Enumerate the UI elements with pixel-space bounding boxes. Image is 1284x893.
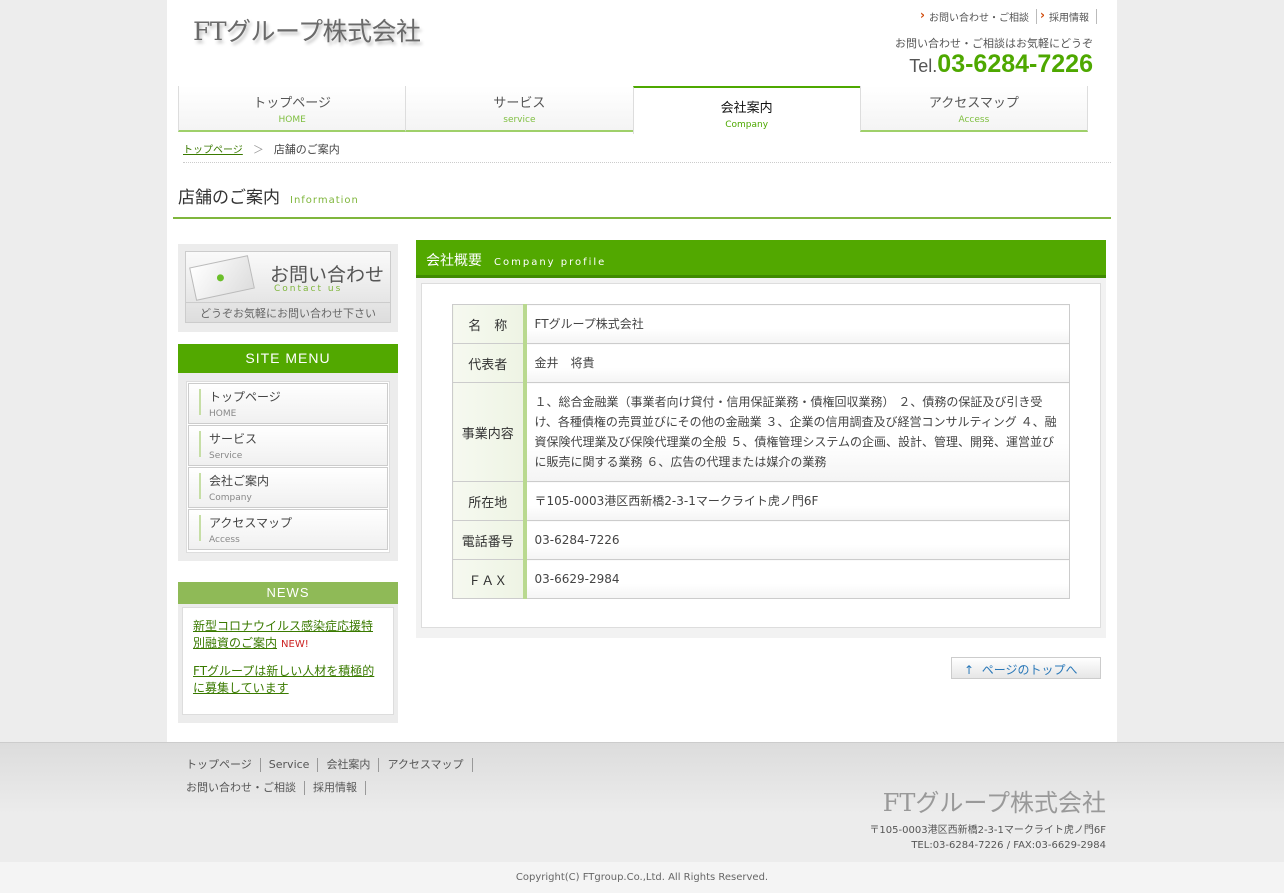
- header-tel: Tel.03-6284-7226: [909, 50, 1093, 78]
- new-badge: NEW!: [281, 639, 309, 650]
- tel-number[interactable]: 03-6284-7226: [937, 50, 1093, 78]
- footer-link[interactable]: 会社案内: [318, 758, 380, 772]
- breadcrumb: トップページ ＞ 店舗のご案内: [183, 141, 1111, 163]
- breadcrumb-current: 店舗のご案内: [273, 143, 340, 156]
- footer-link[interactable]: アクセスマップ: [379, 758, 473, 772]
- sidebar-item-home[interactable]: トップページ HOME: [188, 383, 388, 424]
- page-top-button[interactable]: ↑ ページのトップへ: [951, 657, 1101, 679]
- nav-item-access[interactable]: アクセスマップ Access: [859, 86, 1088, 132]
- profile-heading: 会社概要 Company profile: [416, 240, 1106, 278]
- footer-link[interactable]: トップページ: [178, 758, 261, 772]
- sidebar-item-company[interactable]: 会社ご案内 Company: [188, 467, 388, 508]
- table-row: 所在地 〒105-0003港区西新橋2-3-1マークライト虎ノ門6F: [452, 481, 1070, 521]
- breadcrumb-home-link[interactable]: トップページ: [183, 145, 243, 156]
- news-item: FTグループは新しい人材を積極的に募集しています: [193, 663, 383, 697]
- footer-address: 〒105-0003港区西新橋2-3-1マークライト虎ノ門6F TEL:03-62…: [869, 825, 1106, 851]
- sidebar-item-service[interactable]: サービス Service: [188, 425, 388, 466]
- global-nav: トップページ HOME サービス service 会社案内 Company アクセスマ…: [178, 86, 1088, 134]
- news-link[interactable]: FTグループは新しい人材を積極的に募集しています: [193, 664, 374, 695]
- table-row: 代表者 金井 将貴: [452, 343, 1070, 383]
- site-menu-heading: SITE MENU: [178, 344, 398, 373]
- footer: トップページ Service 会社案内 アクセスマップ お問い合わせ・ご相談 採…: [0, 742, 1284, 862]
- sidebar-item-access[interactable]: アクセスマップ Access: [188, 509, 388, 550]
- footer-link[interactable]: 採用情報: [305, 781, 366, 795]
- company-profile-table: 名 称 FTグループ株式会社 代表者 金井 将貴 事業内容 １、総合金融業（事業者向け…: [452, 304, 1070, 599]
- page-container: FTグループ株式会社 お問い合わせ・ご相談 採用情報 お問い合わせ・ご相談はお気…: [167, 0, 1117, 742]
- recruit-link[interactable]: 採用情報: [1037, 8, 1097, 24]
- news-list: 新型コロナウイルス感染症応援特別融資のご案内 NEW! FTグループは新しい人材を…: [178, 604, 398, 723]
- top-links: お問い合わせ・ご相談 採用情報: [917, 8, 1097, 24]
- footer-nav: トップページ Service 会社案内 アクセスマップ: [178, 758, 473, 772]
- footer-logo: FTグループ株式会社: [882, 789, 1106, 817]
- nav-item-home[interactable]: トップページ HOME: [178, 86, 406, 132]
- table-row: 事業内容 １、総合金融業（事業者向け貸付・信用保証業務・債権回収業務） ２、債務の…: [452, 382, 1070, 482]
- page-title: 店舗のご案内 Information: [173, 183, 1111, 219]
- sidebar: お問い合わせ Contact us どうぞお気軽にお問い合わせ下さい SITE …: [178, 244, 398, 723]
- main-content: 会社概要 Company profile 名 称 FTグループ株式会社 代表者 金井 …: [416, 240, 1106, 679]
- envelope-icon: [189, 255, 255, 301]
- contact-banner[interactable]: お問い合わせ Contact us どうぞお気軽にお問い合わせ下さい: [178, 244, 398, 332]
- arrow-up-icon: ↑: [964, 663, 975, 677]
- header-tagline: お問い合わせ・ご相談はお気軽にどうぞ: [895, 37, 1093, 50]
- table-row: 電話番号 03-6284-7226: [452, 520, 1070, 560]
- nav-item-company[interactable]: 会社案内 Company: [632, 86, 860, 134]
- table-row: ＦＡＸ 03-6629-2984: [452, 559, 1070, 599]
- news-item: 新型コロナウイルス感染症応援特別融資のご案内 NEW!: [193, 618, 383, 653]
- table-row: 名 称 FTグループ株式会社: [452, 304, 1070, 344]
- site-menu: トップページ HOME サービス Service 会社ご案内 Company アクセス…: [178, 373, 398, 561]
- footer-nav-secondary: お問い合わせ・ご相談 採用情報: [178, 781, 366, 795]
- contact-link[interactable]: お問い合わせ・ご相談: [917, 8, 1037, 24]
- news-heading: NEWS: [178, 582, 398, 604]
- site-logo[interactable]: FTグループ株式会社: [193, 12, 421, 48]
- footer-link[interactable]: Service: [261, 758, 319, 772]
- breadcrumb-separator: ＞: [252, 143, 264, 156]
- footer-link[interactable]: お問い合わせ・ご相談: [178, 781, 305, 795]
- copyright: Copyright(C) FTgroup.Co.,Ltd. All Rights…: [0, 862, 1284, 893]
- nav-item-service[interactable]: サービス service: [405, 86, 633, 132]
